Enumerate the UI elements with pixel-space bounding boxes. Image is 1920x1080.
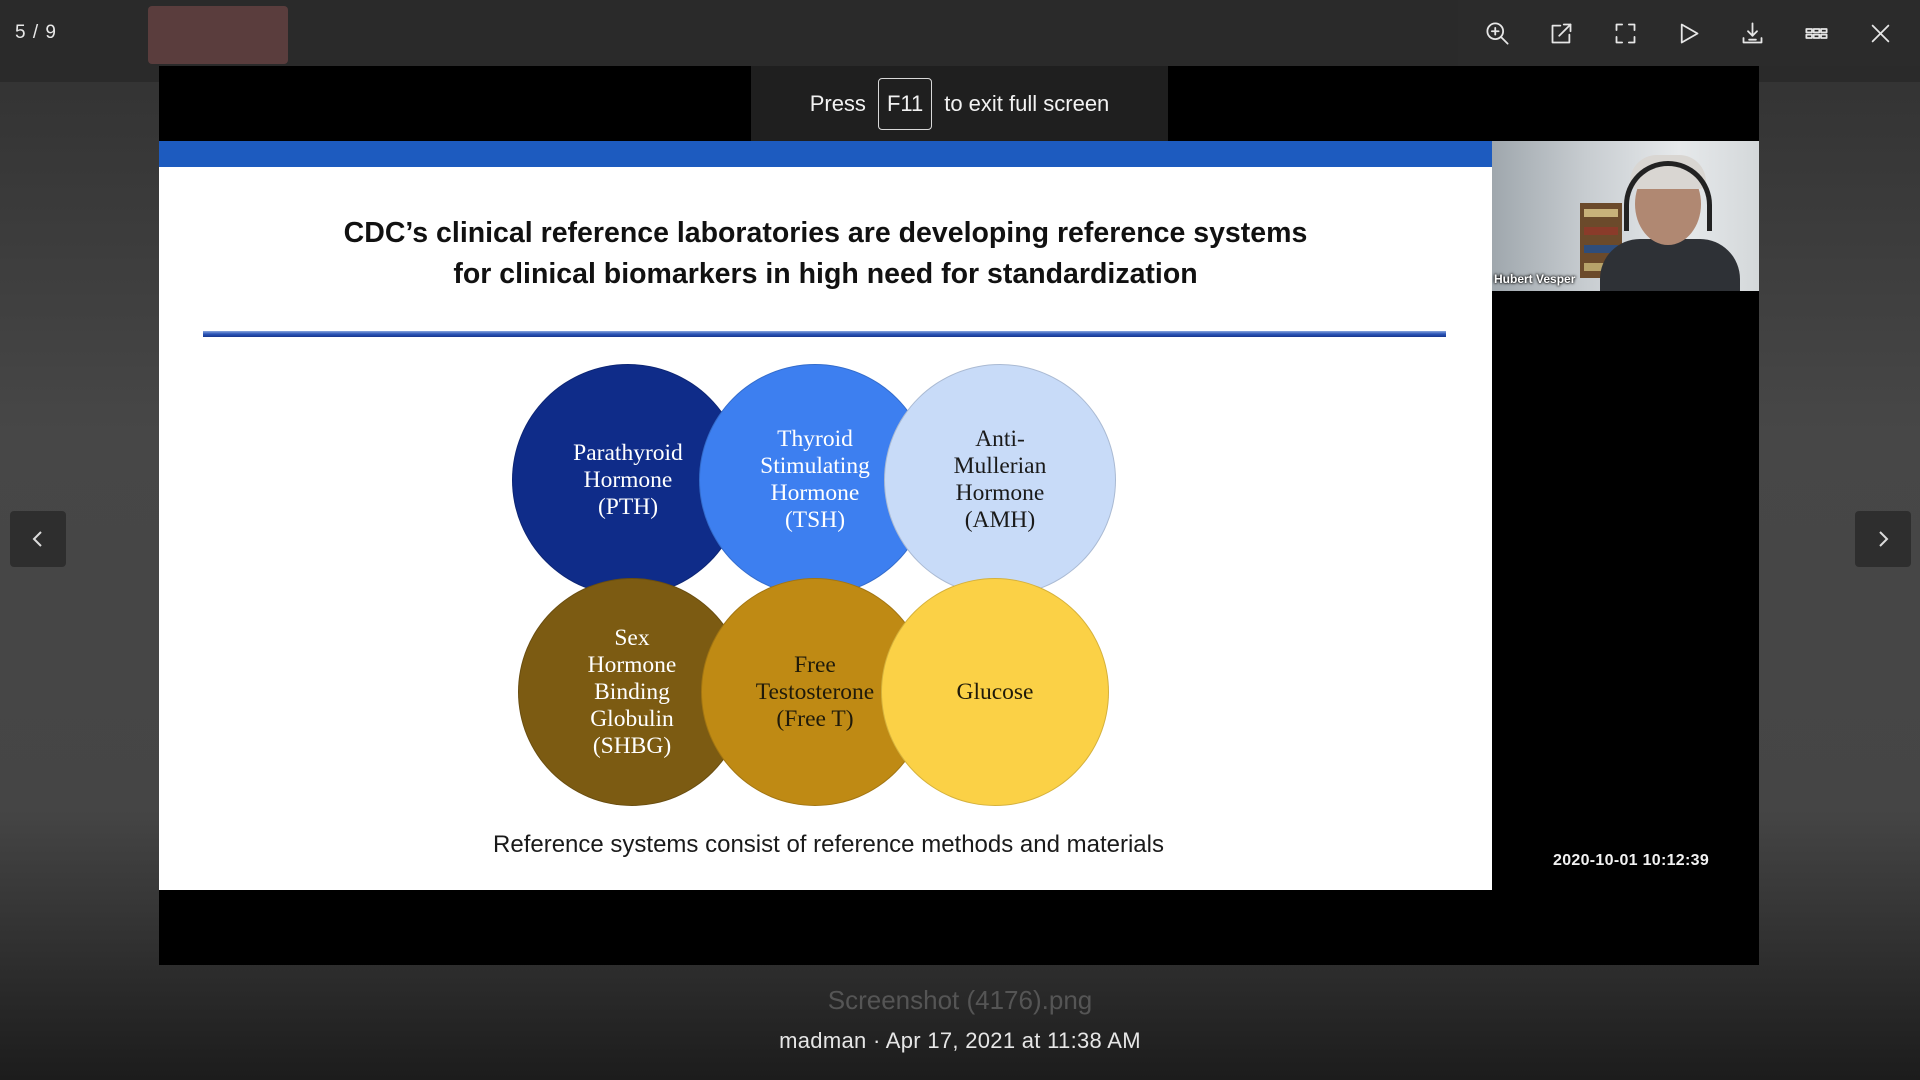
play-icon <box>1681 23 1699 43</box>
stripe-tan <box>1282 880 1385 890</box>
stripe-grey <box>1385 880 1492 890</box>
circle-glucose: Glucose <box>881 578 1109 806</box>
chevron-left-icon <box>32 531 42 547</box>
image-frame: Press F11 to exit full screen CDC’s clin… <box>159 66 1759 965</box>
previous-image-button[interactable] <box>10 511 66 567</box>
hint-key: F11 <box>877 77 933 130</box>
close-icon <box>1871 24 1889 42</box>
zoom-in-icon <box>1486 21 1509 45</box>
recording-timestamp: 2020-10-01 10:12:39 <box>1553 852 1710 869</box>
download-icon <box>1742 21 1763 43</box>
zoom-button[interactable] <box>1476 11 1520 55</box>
slide-caption: Reference systems consist of reference m… <box>493 831 1164 858</box>
viewer-toolbar <box>1458 0 1920 66</box>
stripe-gold <box>974 880 1077 890</box>
stripe-green <box>1179 880 1282 890</box>
hint-rest-text: to exit full screen <box>944 90 1110 116</box>
stripe-brown <box>1077 880 1179 890</box>
fullscreen-hint: Press F11 to exit full screen <box>751 66 1168 141</box>
close-button[interactable] <box>1858 11 1902 55</box>
speaker-name: Hubert Vesper <box>1494 272 1576 286</box>
image-meta: madman · Apr 17, 2021 at 11:38 AM <box>779 1028 1141 1053</box>
image-counter: 5 / 9 <box>15 22 57 43</box>
presentation-slide: CDC’s clinical reference laboratories ar… <box>159 141 1492 890</box>
biomarker-circles: Parathyroid Hormone (PTH) Thyroid Stimul… <box>159 141 1492 890</box>
backdrop-thumbnail <box>148 6 288 64</box>
grid-view-button[interactable] <box>1794 11 1838 55</box>
stripe-blue <box>159 880 974 890</box>
speaker-body <box>1600 239 1740 291</box>
download-button[interactable] <box>1731 11 1775 55</box>
chevron-right-icon <box>1879 531 1889 547</box>
fullscreen-icon <box>1615 23 1636 43</box>
hint-press-text: Press <box>809 90 866 116</box>
open-external-icon <box>1551 23 1572 43</box>
circle-amh: Anti- Mullerian Hormone (AMH) <box>884 364 1116 596</box>
grid-icon <box>1805 27 1828 39</box>
fullscreen-button[interactable] <box>1603 11 1647 55</box>
speaker-video: Hubert Vesper <box>1492 141 1759 291</box>
slideshow-button[interactable] <box>1667 11 1711 55</box>
open-external-button[interactable] <box>1540 11 1584 55</box>
file-name: Screenshot (4176).png <box>827 985 1093 1015</box>
next-image-button[interactable] <box>1855 511 1911 567</box>
slide-bottom-bar <box>159 880 1492 890</box>
